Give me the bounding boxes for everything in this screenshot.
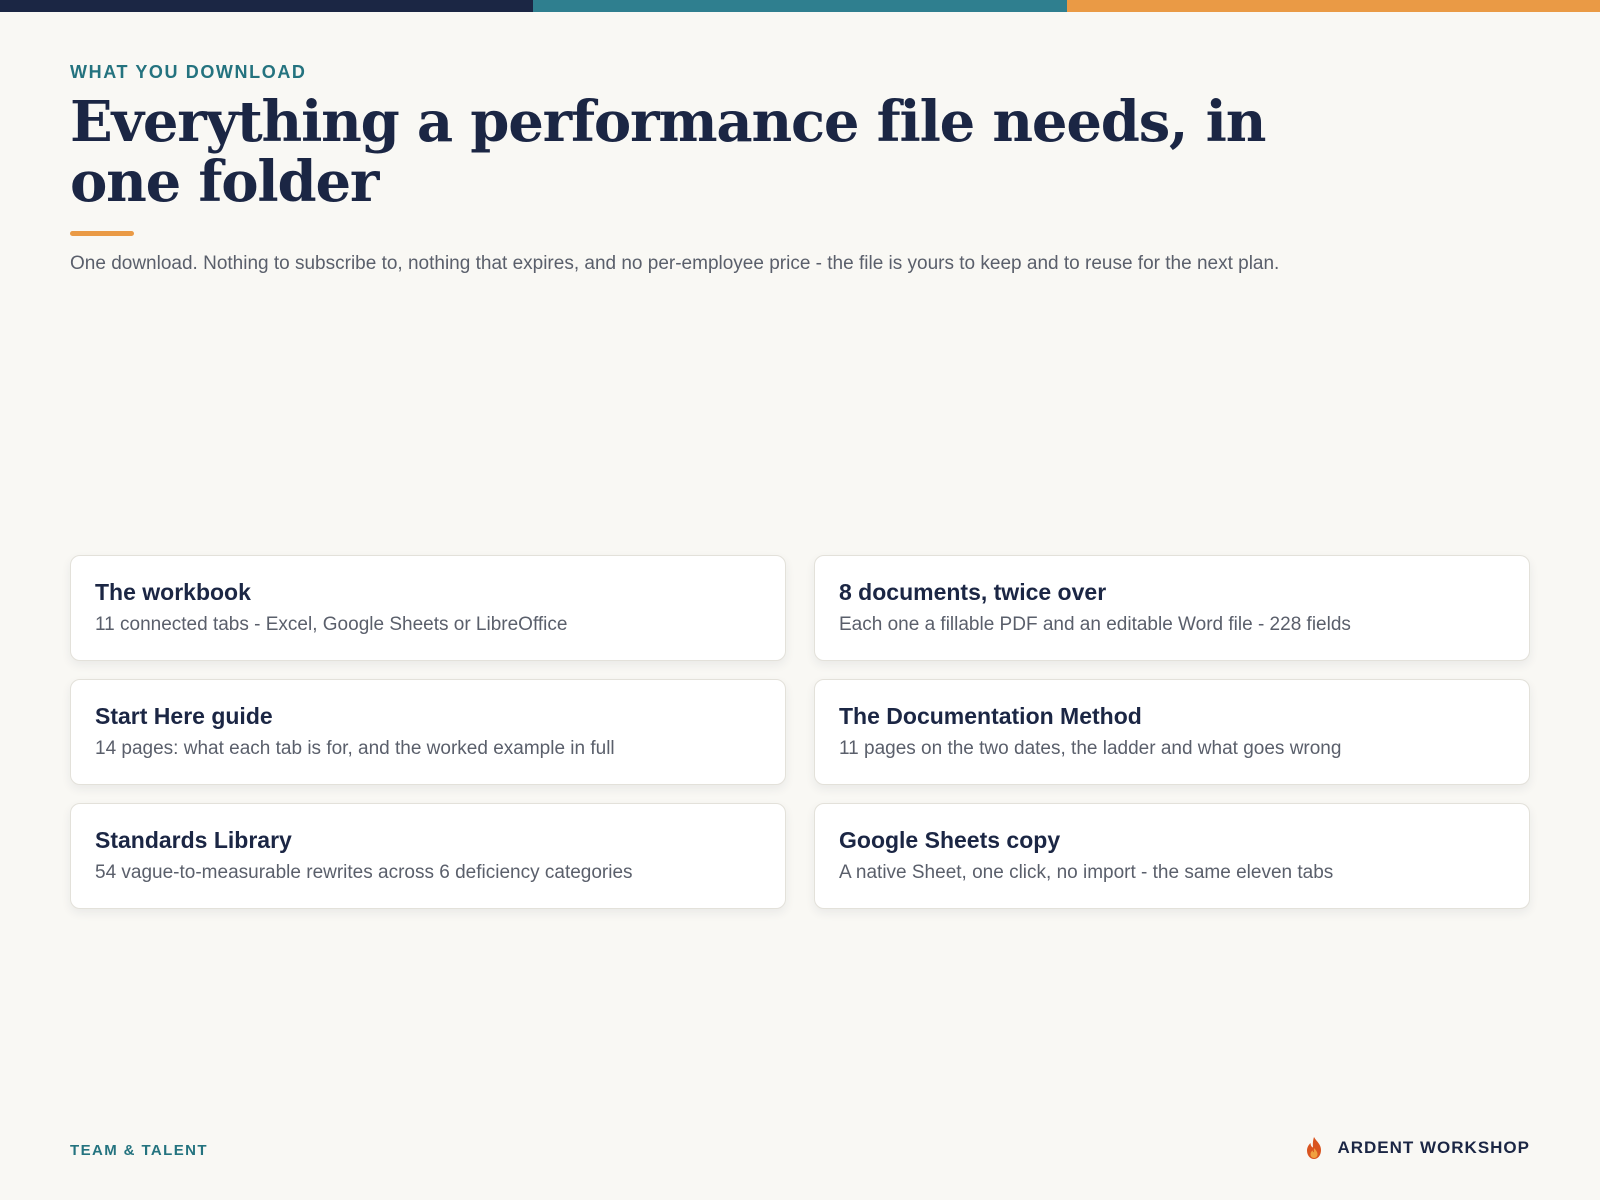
footer-category-label: TEAM & TALENT [70,1142,208,1159]
item-card-google-sheets-copy: Google Sheets copy A native Sheet, one c… [814,803,1530,909]
top-bar-teal-segment [533,0,1067,12]
item-card-standards-library: Standards Library 54 vague-to-measurable… [70,803,786,909]
item-card-start-here-guide: Start Here guide 14 pages: what each tab… [70,679,786,785]
card-description: A native Sheet, one click, no import - t… [839,862,1334,883]
brand-name: ARDENT WORKSHOP [1337,1138,1530,1157]
item-card-documentation-method: The Documentation Method 11 pages on the… [814,679,1530,785]
card-title: The Documentation Method [839,703,1142,729]
card-description: 54 vague-to-measurable rewrites across 6… [95,862,633,883]
download-items-grid: The workbook 11 connected tabs - Excel, … [70,555,1530,909]
card-description: 11 pages on the two dates, the ladder an… [839,738,1342,759]
card-title: The workbook [95,579,251,605]
footer-brand: ARDENT WORKSHOP [1303,1136,1530,1160]
card-description: 14 pages: what each tab is for, and the … [95,738,615,759]
card-title: Start Here guide [95,703,273,729]
section-eyebrow: WHAT YOU DOWNLOAD [70,62,307,82]
top-bar-navy-segment [0,0,534,12]
intro-paragraph: One download. Nothing to subscribe to, n… [70,253,1280,274]
item-card-workbook: The workbook 11 connected tabs - Excel, … [70,555,786,661]
item-card-documents: 8 documents, twice over Each one a filla… [814,555,1530,661]
card-title: Google Sheets copy [839,827,1061,853]
card-title: Standards Library [95,827,292,853]
accent-rule [70,231,134,236]
flame-icon [1307,1137,1322,1159]
page-title: Everything a performance file needs, in … [70,89,1266,215]
top-bar-orange-segment [1066,0,1600,12]
top-color-bar [0,0,1600,12]
card-description: 11 connected tabs - Excel, Google Sheets… [95,614,568,635]
card-title: 8 documents, twice over [839,579,1107,605]
card-description: Each one a fillable PDF and an editable … [839,614,1351,635]
